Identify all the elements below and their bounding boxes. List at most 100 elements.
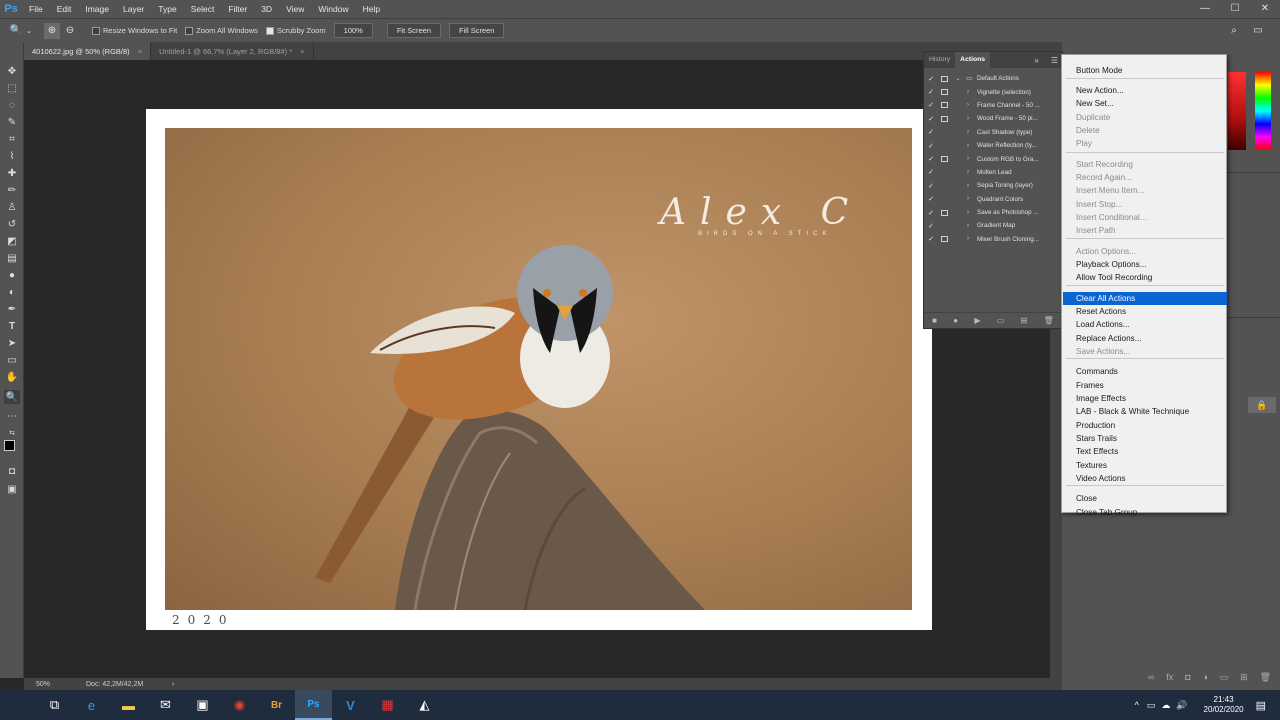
healing-brush-tool-icon[interactable]: ✚	[4, 166, 20, 180]
zoom-tool-icon[interactable]: 🔍	[8, 23, 24, 39]
dialog-toggle-icon[interactable]	[938, 115, 950, 123]
dodge-tool-icon[interactable]: ◐	[4, 285, 20, 299]
action-row[interactable]: ✓ › Quadrant Colors	[924, 193, 1062, 206]
vegas-icon[interactable]: V	[332, 690, 369, 720]
menu-item-close[interactable]: Close	[1063, 492, 1227, 505]
media-app-icon[interactable]: ▦	[369, 690, 406, 720]
panel-menu-icon[interactable]: ☰	[1051, 56, 1058, 65]
swap-colors-icon[interactable]: ⇆	[4, 426, 20, 440]
gradient-tool-icon[interactable]: ▤	[4, 251, 20, 265]
clone-stamp-tool-icon[interactable]: ♙	[4, 200, 20, 214]
adjustment-icon[interactable]: ◑	[1202, 672, 1207, 686]
action-row[interactable]: ✓ › Frame Channel - 50 ...	[924, 99, 1062, 112]
pen-tool-icon[interactable]: ✒	[4, 302, 20, 316]
screen-mode-icon[interactable]: ▣	[4, 482, 20, 496]
workspace-icon[interactable]: ▭	[1250, 23, 1266, 39]
menu-image[interactable]: Image	[78, 0, 116, 18]
minimize-button[interactable]: —	[1190, 0, 1220, 18]
dialog-toggle-icon[interactable]	[938, 209, 950, 217]
menu-edit[interactable]: Edit	[50, 0, 79, 18]
chevron-right-icon[interactable]: ›	[963, 156, 973, 162]
tab-actions[interactable]: Actions	[955, 52, 991, 68]
search-icon[interactable]: ⌕	[1226, 23, 1242, 39]
eraser-tool-icon[interactable]: ◩	[4, 234, 20, 248]
color-field[interactable]	[1228, 72, 1246, 150]
collapse-icon[interactable]: »	[1034, 56, 1038, 65]
checkmark-icon[interactable]: ✓	[924, 115, 938, 123]
scrubby-zoom-option[interactable]: Scrubby Zoom	[265, 26, 326, 35]
dialog-toggle-icon[interactable]	[938, 235, 950, 243]
trash-icon[interactable]: 🗑	[1260, 672, 1271, 686]
dialog-toggle-icon[interactable]	[938, 168, 950, 176]
chevron-right-icon[interactable]: ›	[963, 169, 973, 175]
menu-layer[interactable]: Layer	[116, 0, 151, 18]
checkmark-icon[interactable]: ✓	[924, 195, 938, 203]
notifications-icon[interactable]: ▤	[1256, 699, 1266, 712]
tab-history[interactable]: History	[924, 52, 955, 68]
chevron-right-icon[interactable]: ›	[963, 89, 973, 95]
checkmark-icon[interactable]: ✓	[924, 209, 938, 217]
menu-item-playback-options[interactable]: Playback Options...	[1063, 258, 1227, 271]
menu-item-button-mode[interactable]: Button Mode	[1063, 64, 1227, 77]
type-tool-icon[interactable]: T	[4, 319, 20, 333]
menu-item-production[interactable]: Production	[1063, 419, 1227, 432]
menu-select[interactable]: Select	[184, 0, 222, 18]
checkmark-icon[interactable]: ✓	[924, 88, 938, 96]
zoom-percent-button[interactable]: 100%	[333, 23, 373, 38]
fx-icon[interactable]: fx	[1166, 672, 1173, 686]
bridge-icon[interactable]: Br	[258, 690, 295, 720]
checkmark-icon[interactable]: ✓	[924, 142, 938, 150]
dialog-toggle-icon[interactable]	[938, 195, 950, 203]
fit-screen-button[interactable]: Fit Screen	[386, 23, 442, 38]
checkmark-icon[interactable]: ✓	[924, 222, 938, 230]
action-row[interactable]: ✓ › Molten Lead	[924, 166, 1062, 179]
close-window-button[interactable]: ✕	[1250, 0, 1280, 18]
chevron-right-icon[interactable]: ›	[963, 210, 973, 216]
network-icon[interactable]: ▭	[1147, 700, 1156, 711]
hand-tool-icon[interactable]: ✋	[4, 370, 20, 384]
menu-item-image-effects[interactable]: Image Effects	[1063, 392, 1227, 405]
chevron-up-icon[interactable]: ^	[1135, 700, 1139, 710]
photoshop-logo[interactable]: Ps	[0, 0, 22, 18]
mask-icon[interactable]: ◘	[1185, 672, 1190, 686]
tab-document-1[interactable]: 4010622.jpg @ 50% (RGB/8) ×	[24, 42, 152, 60]
menu-item-new-set[interactable]: New Set...	[1063, 97, 1227, 110]
eyedropper-tool-icon[interactable]: ⌇	[4, 149, 20, 163]
lasso-tool-icon[interactable]: ◌	[4, 98, 20, 112]
dialog-toggle-icon[interactable]	[938, 222, 950, 230]
status-arrow-icon[interactable]: ›	[172, 681, 174, 688]
menu-item-load-actions[interactable]: Load Actions...	[1063, 318, 1227, 331]
resize-windows-checkbox[interactable]	[92, 26, 100, 35]
action-row[interactable]: ✓ › Wood Frame - 50 pi...	[924, 112, 1062, 125]
menu-item-new-action[interactable]: New Action...	[1063, 84, 1227, 97]
hue-spectrum[interactable]	[1255, 72, 1271, 150]
action-row[interactable]: ✓ › Water Reflection (ty...	[924, 139, 1062, 152]
action-row[interactable]: ✓ › Sepia Toning (layer)	[924, 179, 1062, 192]
zoom-out-icon[interactable]: ⊖	[62, 23, 78, 39]
zoom-all-checkbox[interactable]	[185, 26, 194, 35]
checkmark-icon[interactable]: ✓	[924, 182, 938, 190]
photos-icon[interactable]: ◭	[406, 690, 443, 720]
foreground-color-swatch[interactable]	[4, 440, 15, 451]
checkmark-icon[interactable]: ✓	[924, 128, 938, 136]
zoom-in-icon[interactable]: ⊕	[44, 22, 60, 39]
dialog-toggle-icon[interactable]	[938, 182, 950, 190]
menu-item-video-actions[interactable]: Video Actions	[1063, 472, 1227, 485]
checkmark-icon[interactable]: ✓	[924, 168, 938, 176]
menu-type[interactable]: Type	[151, 0, 183, 18]
trash-icon[interactable]: 🗑	[1044, 316, 1054, 325]
close-icon[interactable]: ×	[138, 47, 142, 56]
dialog-toggle-icon[interactable]	[938, 155, 950, 163]
action-row[interactable]: ✓ › Vignette (selection)	[924, 85, 1062, 98]
zoom-all-windows-option[interactable]: Zoom All Windows	[185, 26, 258, 35]
quick-mask-icon[interactable]: ◘	[4, 464, 20, 478]
dialog-toggle-icon[interactable]	[938, 75, 950, 83]
crop-tool-icon[interactable]: ⌗	[4, 132, 20, 146]
record-icon[interactable]: ●	[953, 316, 958, 325]
more-tools-icon[interactable]: ⋯	[4, 409, 20, 423]
dialog-toggle-icon[interactable]	[938, 88, 950, 96]
menu-item-allow-tool-recording[interactable]: Allow Tool Recording	[1063, 271, 1227, 284]
chevron-right-icon[interactable]: ›	[963, 183, 973, 189]
menu-item-text-effects[interactable]: Text Effects	[1063, 445, 1227, 458]
tab-document-2[interactable]: Untitled-1 @ 66,7% (Layer 2, RGB/8#) * ×	[151, 42, 314, 60]
